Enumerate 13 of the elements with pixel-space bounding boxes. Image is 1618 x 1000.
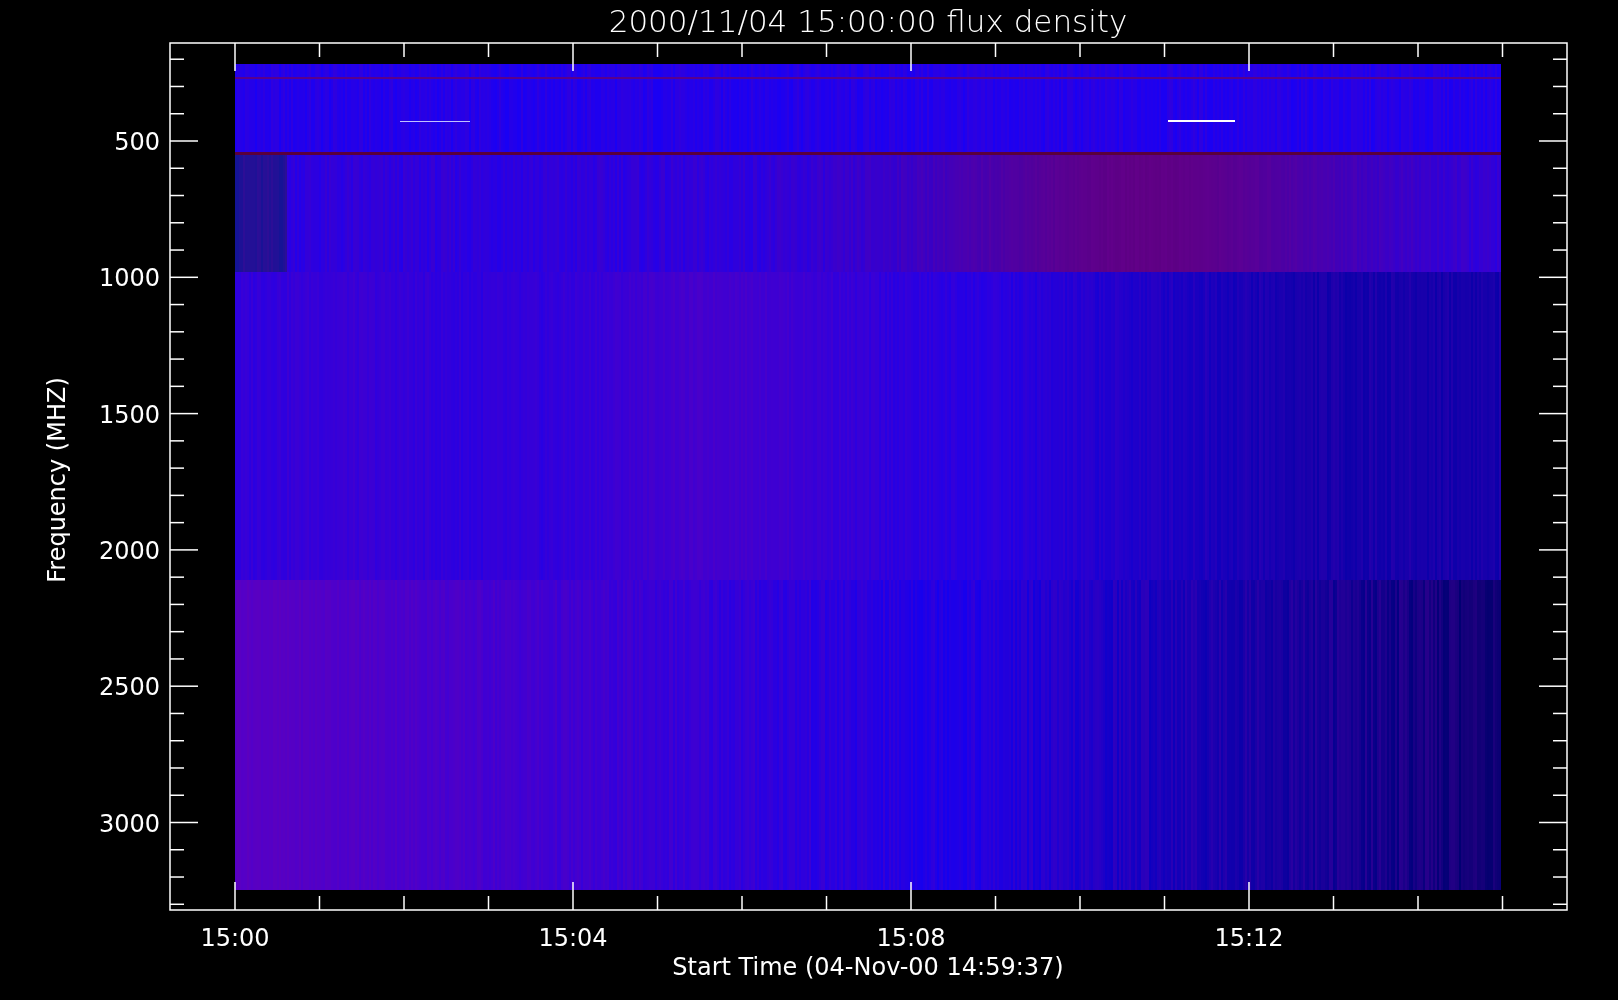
y-tick-label: 3000 (98, 809, 160, 838)
y-tick-label: 500 (114, 128, 160, 156)
x-tick-label: 15:04 (538, 924, 608, 952)
y-tick-label: 1500 (98, 400, 160, 429)
x-axis-label: Start Time (04-Nov-00 14:59:37) (672, 953, 1064, 981)
x-tick-label: 15:00 (200, 924, 270, 952)
y-axis-label: Frequency (MHZ) (43, 377, 71, 583)
x-tick-label: 15:12 (1214, 924, 1284, 952)
y-tick-label: 1000 (98, 264, 160, 293)
plot-title: 2000/11/04 15:00:00 flux density (608, 3, 1128, 39)
y-tick-label: 2500 (98, 673, 160, 702)
y-tick-label: 2000 (98, 536, 160, 565)
x-tick-label: 15:08 (876, 924, 946, 952)
